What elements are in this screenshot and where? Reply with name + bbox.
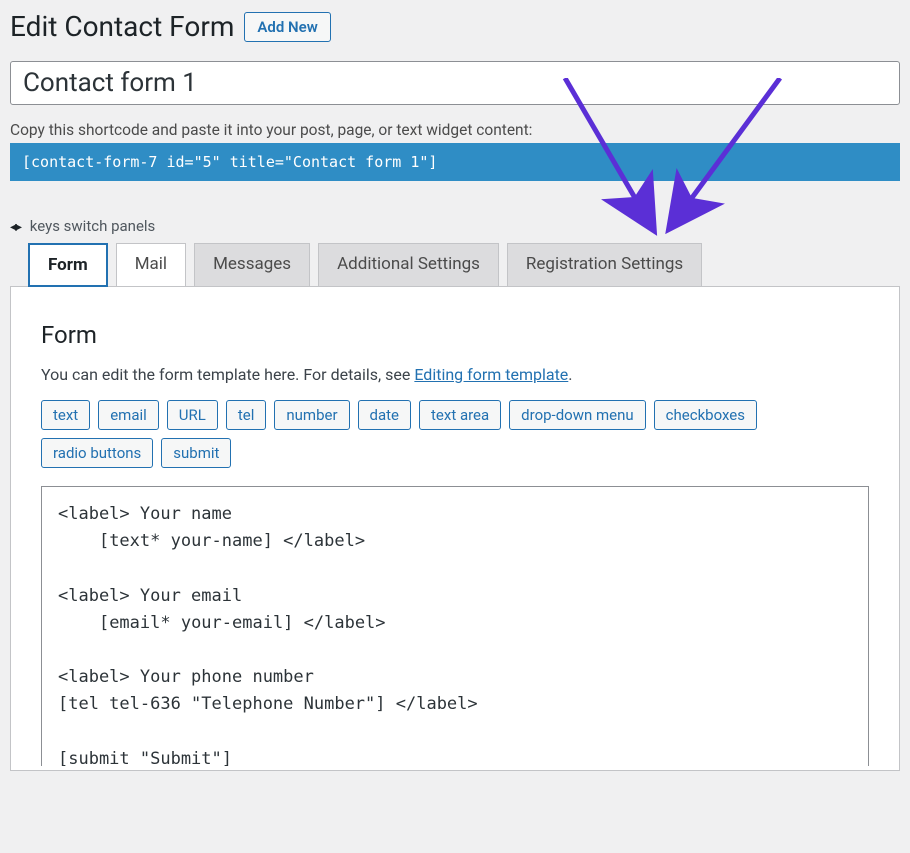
tab-mail[interactable]: Mail	[116, 243, 186, 287]
tag-number-button[interactable]: number	[274, 400, 349, 430]
add-new-button[interactable]: Add New	[244, 12, 330, 42]
shortcode-hint: Copy this shortcode and paste it into yo…	[10, 121, 900, 139]
tag-email-button[interactable]: email	[98, 400, 159, 430]
tab-registration-settings[interactable]: Registration Settings	[507, 243, 702, 287]
panel-desc-prefix: You can edit the form template here. For…	[41, 365, 414, 384]
shortcode-field[interactable]	[10, 143, 900, 181]
page-title: Edit Contact Form	[10, 10, 234, 43]
tag-radio-buttons-button[interactable]: radio buttons	[41, 438, 153, 468]
keys-switch-label: keys switch panels	[30, 217, 156, 235]
tab-form[interactable]: Form	[28, 243, 108, 287]
panel-description: You can edit the form template here. For…	[41, 365, 869, 384]
tag-submit-button[interactable]: submit	[161, 438, 231, 468]
keys-switch-hint: ◂▸ keys switch panels	[10, 217, 900, 235]
panel-desc-suffix: .	[568, 365, 572, 384]
form-title-input[interactable]	[10, 61, 900, 105]
tab-messages[interactable]: Messages	[194, 243, 310, 287]
form-panel: Form You can edit the form template here…	[10, 286, 900, 771]
tab-additional-settings[interactable]: Additional Settings	[318, 243, 499, 287]
tag-drop-down-menu-button[interactable]: drop-down menu	[509, 400, 645, 430]
tag-url-button[interactable]: URL	[167, 400, 218, 430]
tag-checkboxes-button[interactable]: checkboxes	[654, 400, 757, 430]
panel-heading: Form	[41, 321, 869, 349]
tabs-container: FormMailMessagesAdditional SettingsRegis…	[10, 243, 900, 287]
tag-text-area-button[interactable]: text area	[419, 400, 501, 430]
left-right-arrows-icon: ◂▸	[10, 219, 20, 235]
tag-tel-button[interactable]: tel	[226, 400, 267, 430]
editing-template-link[interactable]: Editing form template	[414, 365, 568, 384]
form-template-textarea[interactable]	[41, 486, 869, 766]
tag-text-button[interactable]: text	[41, 400, 90, 430]
tag-date-button[interactable]: date	[358, 400, 411, 430]
tag-button-row: text email URL telnumber date text area drop-d…	[41, 400, 869, 468]
